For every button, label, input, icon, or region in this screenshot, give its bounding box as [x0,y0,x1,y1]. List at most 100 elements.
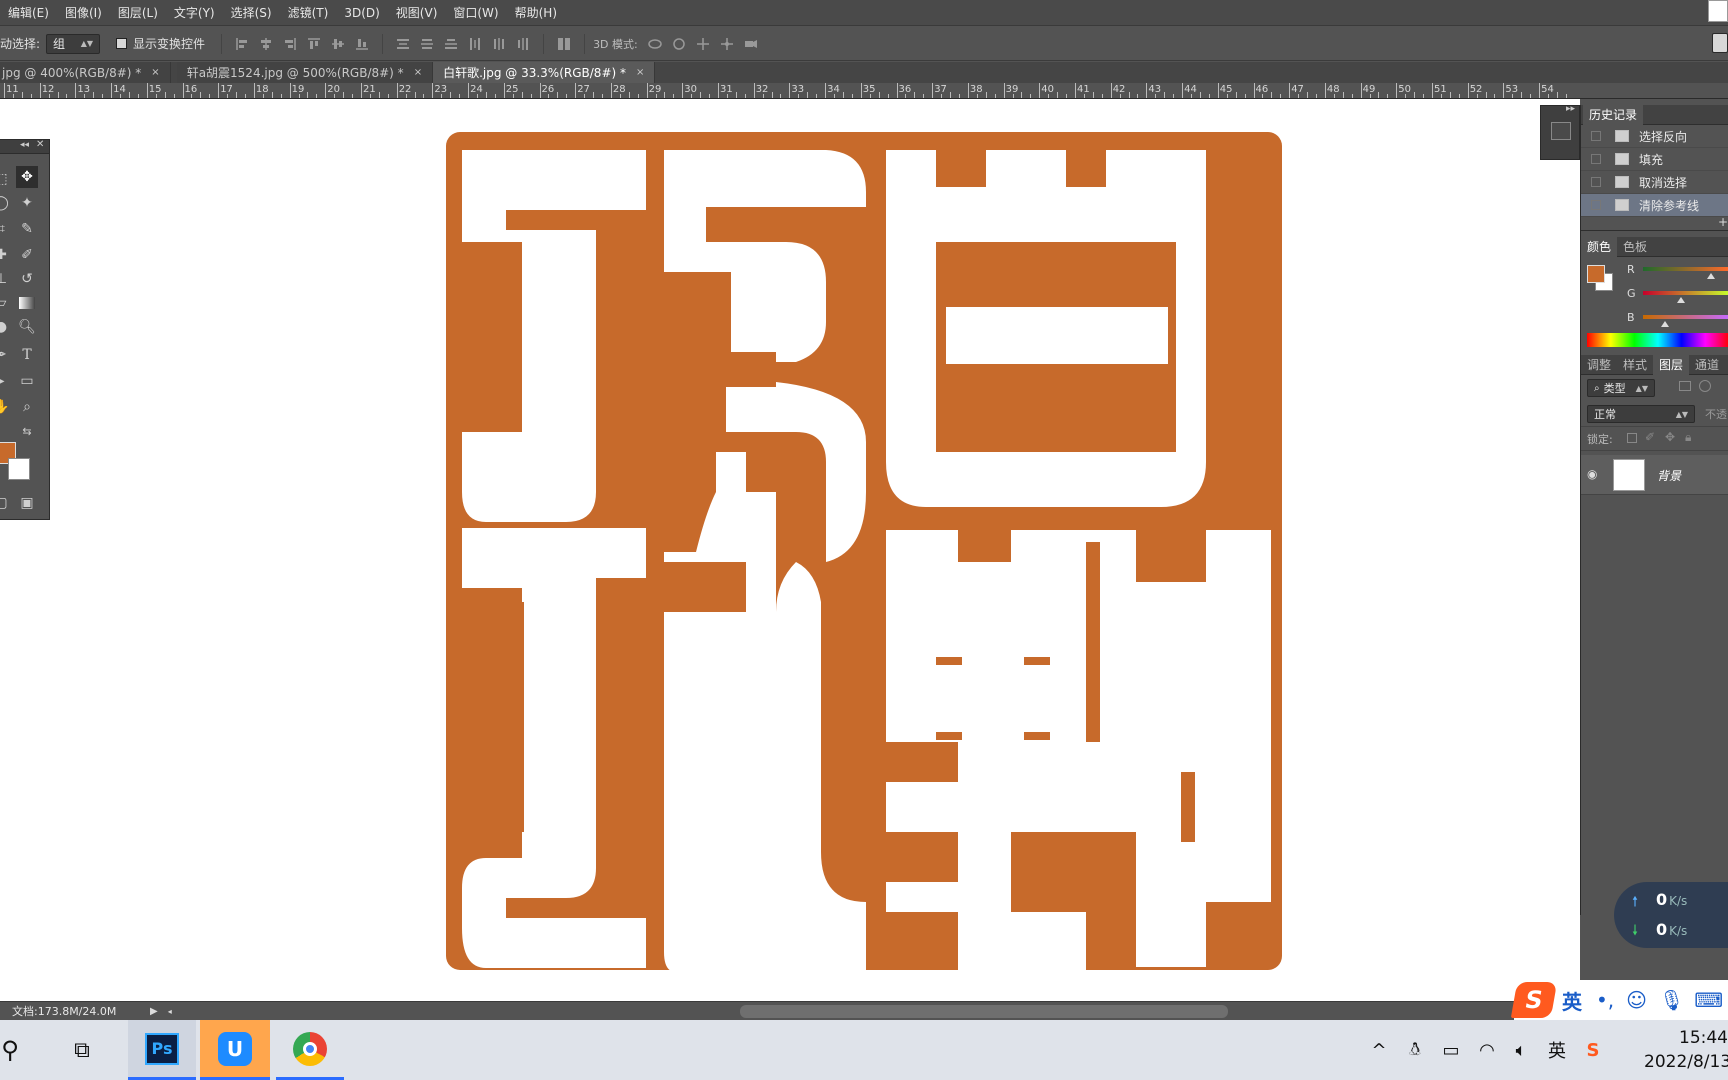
healing-brush-icon[interactable]: ✚ [0,244,12,266]
color-spectrum[interactable] [1587,333,1728,347]
slider-b[interactable]: B [1581,305,1728,329]
menu-filter[interactable]: 滤镜(T) [280,4,337,21]
eraser-tool-icon[interactable]: ▱ [0,292,12,314]
gradient-tool-icon[interactable] [16,292,38,314]
tab-channels[interactable]: 通道 [1689,355,1725,375]
3d-slide-icon[interactable] [718,36,736,52]
slider-track[interactable] [1643,267,1728,271]
clone-stamp-icon[interactable]: ⊥ [0,268,12,290]
quick-mask-icon[interactable]: ▢ [0,492,12,514]
pen-tool-icon[interactable]: ✒ [0,344,12,366]
slider-g[interactable]: G [1581,281,1728,305]
crop-tool-icon[interactable]: ⌗ [0,218,12,240]
horizontal-scrollbar-thumb[interactable] [740,1005,1228,1018]
shape-tool-icon[interactable]: ▭ [16,370,38,392]
type-tool-icon[interactable]: T [16,344,38,366]
distribute-vcenter-icon[interactable] [418,36,436,52]
menu-layer[interactable]: 图层(L) [110,4,166,21]
history-row-selected[interactable]: 清除参考线 [1581,194,1728,217]
distribute-bottom-icon[interactable] [442,36,460,52]
blur-tool-icon[interactable]: ● [0,316,12,338]
3d-pan-icon[interactable] [694,36,712,52]
align-top-icon[interactable] [305,36,323,52]
volume-icon[interactable]: 🔈︎ [1506,1020,1536,1080]
search-icon[interactable]: ⚲ [0,1020,38,1080]
blend-mode-dropdown[interactable]: 正常 ▲▼ [1587,405,1695,423]
slider-track[interactable] [1643,315,1728,319]
layer-row[interactable]: ◉ 背景 [1581,455,1728,495]
slider-knob[interactable] [1707,273,1715,279]
filter-adjust-icon[interactable] [1699,380,1711,392]
document-size-info[interactable]: 文档:173.8M/24.0M [12,1003,150,1019]
zoom-tool-icon[interactable]: ⌕ [16,396,38,418]
lock-move-icon[interactable]: ✥ [1665,430,1675,444]
history-row[interactable]: 取消选择 [1581,171,1728,194]
distribute-left-icon[interactable] [466,36,484,52]
menu-edit[interactable]: 编辑(E) [0,4,57,21]
history-panel-icon[interactable] [1551,122,1571,140]
tab-doc-3[interactable]: 白轩歌.jpg @ 33.3%(RGB/8#) * × [433,62,656,83]
magic-wand-icon[interactable]: ✦ [16,192,38,214]
align-bottom-icon[interactable] [353,36,371,52]
collapse-icon[interactable]: ◂◂ [20,140,29,150]
sogou-tray-icon[interactable]: S [1578,1020,1608,1080]
slider-knob[interactable] [1677,297,1685,303]
punctuation-icon[interactable]: •, [1596,988,1614,1012]
window-restore-button[interactable] [1708,0,1728,22]
dodge-tool-icon[interactable]: 🔍︎ [16,316,38,338]
eyedropper-icon[interactable]: ✎ [16,218,38,240]
menu-help[interactable]: 帮助(H) [507,4,565,21]
tab-layers[interactable]: 图层 [1653,354,1690,375]
photoshop-taskbar-button[interactable]: Ps [128,1020,196,1080]
menu-view[interactable]: 视图(V) [388,4,446,21]
distribute-hcenter-icon[interactable] [490,36,508,52]
filter-pixel-icon[interactable] [1679,381,1691,391]
chrome-taskbar-button[interactable] [276,1020,344,1080]
qq-icon[interactable]: 🐧︎ [1400,1020,1430,1080]
close-icon[interactable]: × [636,67,644,78]
history-row[interactable]: 选择反向 [1581,125,1728,148]
align-right-icon[interactable] [281,36,299,52]
app-taskbar-button[interactable]: U [200,1020,270,1080]
voice-input-icon[interactable]: 🎙︎ [1659,988,1684,1012]
wifi-icon[interactable]: ◠ [1472,1020,1502,1080]
swap-colors-icon[interactable]: ⇆ [16,420,38,442]
battery-icon[interactable]: ▭ [1436,1020,1466,1080]
layer-filter-dropdown[interactable]: ⌕ 类型 ▲▼ [1587,379,1655,397]
auto-select-dropdown[interactable]: 组 ▲▼ [46,33,101,54]
background-color-swatch[interactable] [8,458,30,480]
screen-mode-icon[interactable]: ▣ [16,492,38,514]
snapshot-checkbox[interactable] [1591,177,1601,187]
tab-doc-2[interactable]: 轩a胡震1524.jpg @ 500%(RGB/8#) * × [176,62,434,83]
input-language-indicator[interactable]: 英 [1542,1020,1572,1080]
color-fg-swatch[interactable] [1587,265,1605,283]
align-left-icon[interactable] [233,36,251,52]
tab-doc-1[interactable]: jpg @ 400%(RGB/8#) * × [0,62,171,83]
path-select-icon[interactable]: ▸ [0,370,12,392]
close-icon[interactable]: × [414,67,422,78]
marquee-tool-icon[interactable]: ⬚ [0,168,12,190]
distribute-top-icon[interactable] [394,36,412,52]
snapshot-checkbox[interactable] [1591,154,1601,164]
tab-swatches[interactable]: 色板 [1617,237,1653,257]
3d-roll-icon[interactable] [670,36,688,52]
lasso-tool-icon[interactable]: ◯ [0,192,12,214]
tab-history[interactable]: 历史记录 [1583,104,1644,125]
status-menu-arrow-icon[interactable]: ▶ [150,1006,158,1017]
history-row[interactable]: 填充 [1581,148,1728,171]
workspace-button[interactable] [1712,33,1728,53]
slider-knob[interactable] [1661,321,1669,327]
slider-track[interactable] [1643,291,1728,295]
align-vcenter-icon[interactable] [329,36,347,52]
close-icon[interactable]: ✕ [36,139,44,150]
3d-rotate-icon[interactable] [646,36,664,52]
task-view-icon[interactable]: ⧉ [48,1020,116,1080]
tools-panel-header[interactable]: ◂◂ ✕ [0,139,49,154]
snapshot-checkbox[interactable] [1591,200,1601,210]
menu-type[interactable]: 文字(Y) [166,4,223,21]
lock-transparent-icon[interactable] [1627,433,1637,443]
menu-image[interactable]: 图像(I) [57,4,110,21]
menu-window[interactable]: 窗口(W) [445,4,506,21]
hand-tool-icon[interactable]: ✋ [0,396,12,418]
menu-3d[interactable]: 3D(D) [336,6,387,20]
